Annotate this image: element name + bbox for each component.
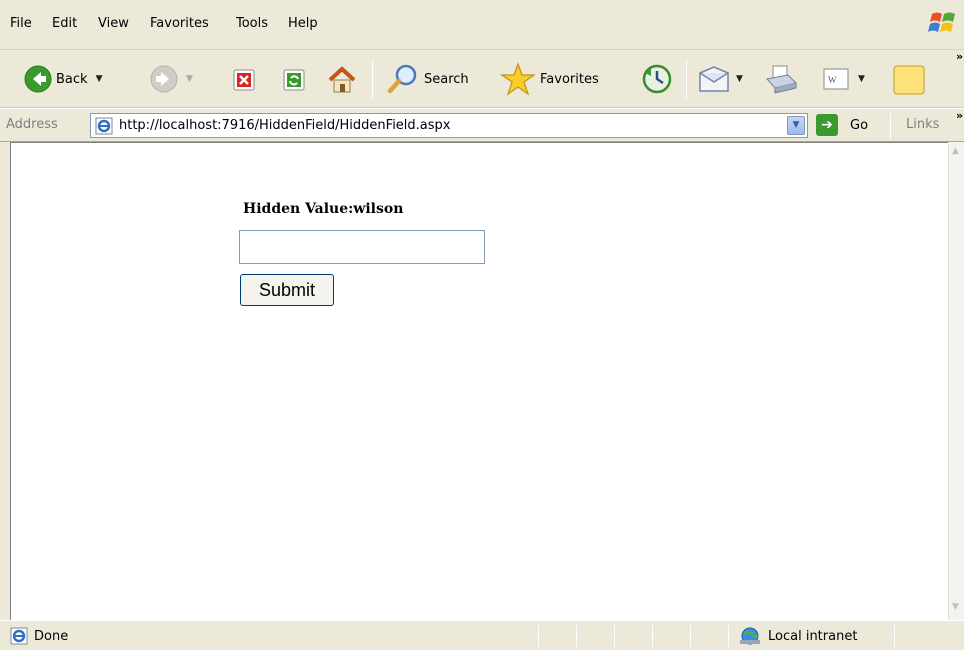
status-divider [614, 625, 615, 647]
mail-button[interactable]: ▼ [698, 65, 743, 93]
menu-edit[interactable]: Edit [52, 16, 77, 31]
toolbar-separator [372, 60, 373, 98]
search-icon [387, 64, 417, 94]
status-divider [576, 625, 577, 647]
scroll-down-icon[interactable]: ▼ [952, 602, 959, 612]
submit-button[interactable]: Submit [240, 274, 334, 306]
menu-help[interactable]: Help [288, 16, 318, 31]
links-separator [890, 113, 891, 139]
links-button[interactable]: Links [906, 117, 939, 132]
status-text: Done [34, 629, 69, 644]
stop-icon[interactable] [232, 67, 258, 93]
menu-tools[interactable]: Tools [236, 16, 268, 31]
home-icon[interactable] [326, 65, 358, 95]
links-chevron-icon[interactable]: » [956, 109, 963, 122]
go-arrow-icon: ➔ [816, 114, 838, 136]
address-bar: Address http://localhost:7916/HiddenFiel… [0, 108, 964, 142]
favorites-star-icon [500, 62, 536, 96]
status-divider [538, 625, 539, 647]
print-icon[interactable] [764, 63, 798, 97]
go-button[interactable]: ➔ Go [816, 114, 868, 136]
toolbar: Back ▼ ▼ Search Favorites ▼ W ▼ » [0, 50, 964, 108]
refresh-icon[interactable] [282, 67, 308, 93]
ie-page-icon [95, 117, 113, 135]
sticky-note-icon[interactable] [892, 64, 926, 96]
toolbar-separator [686, 60, 687, 98]
menu-view[interactable]: View [98, 16, 129, 31]
status-divider [894, 625, 895, 647]
status-divider [728, 625, 729, 647]
toolbar-chevron-icon[interactable]: » [956, 50, 963, 63]
forward-dropdown-icon[interactable]: ▼ [186, 74, 193, 84]
svg-text:W: W [828, 75, 837, 85]
favorites-label: Favorites [540, 71, 599, 87]
address-input[interactable]: http://localhost:7916/HiddenField/Hidden… [90, 113, 808, 138]
mail-dropdown-icon[interactable]: ▼ [736, 74, 743, 84]
status-divider [652, 625, 653, 647]
edit-button[interactable]: W ▼ [822, 67, 865, 91]
status-divider [690, 625, 691, 647]
zone-label: Local intranet [768, 629, 858, 644]
address-url: http://localhost:7916/HiddenField/Hidden… [119, 118, 451, 133]
page-content: Hidden Value:wilson Submit [10, 142, 948, 620]
back-icon [24, 65, 52, 93]
edit-document-icon: W [823, 68, 849, 90]
back-dropdown-icon[interactable]: ▼ [96, 74, 103, 84]
menu-bar: File Edit View Favorites Tools Help [0, 0, 964, 50]
history-icon[interactable] [640, 63, 674, 95]
hidden-value-label: Hidden Value:wilson [243, 201, 404, 217]
search-label: Search [424, 71, 469, 87]
go-label: Go [850, 117, 869, 133]
page-done-icon [10, 627, 28, 645]
text-input[interactable] [239, 230, 485, 264]
menu-favorites[interactable]: Favorites [150, 16, 209, 31]
menu-file[interactable]: File [10, 16, 32, 31]
back-button[interactable]: Back ▼ [24, 65, 102, 93]
favorites-button[interactable]: Favorites [500, 62, 599, 96]
forward-button[interactable]: ▼ [150, 65, 193, 93]
status-bar: Done Local intranet [0, 620, 964, 650]
address-label: Address [6, 117, 58, 132]
windows-logo-icon [928, 12, 955, 32]
forward-icon [150, 65, 178, 93]
scroll-up-icon[interactable]: ▲ [952, 146, 959, 156]
search-button[interactable]: Search [386, 63, 469, 95]
address-dropdown-icon[interactable]: ▼ [787, 116, 805, 135]
edit-dropdown-icon[interactable]: ▼ [858, 74, 865, 84]
local-intranet-icon [740, 627, 760, 645]
back-label: Back [56, 71, 88, 87]
vertical-scrollbar[interactable]: ▲ ▼ [948, 142, 964, 620]
mail-icon [699, 66, 729, 92]
